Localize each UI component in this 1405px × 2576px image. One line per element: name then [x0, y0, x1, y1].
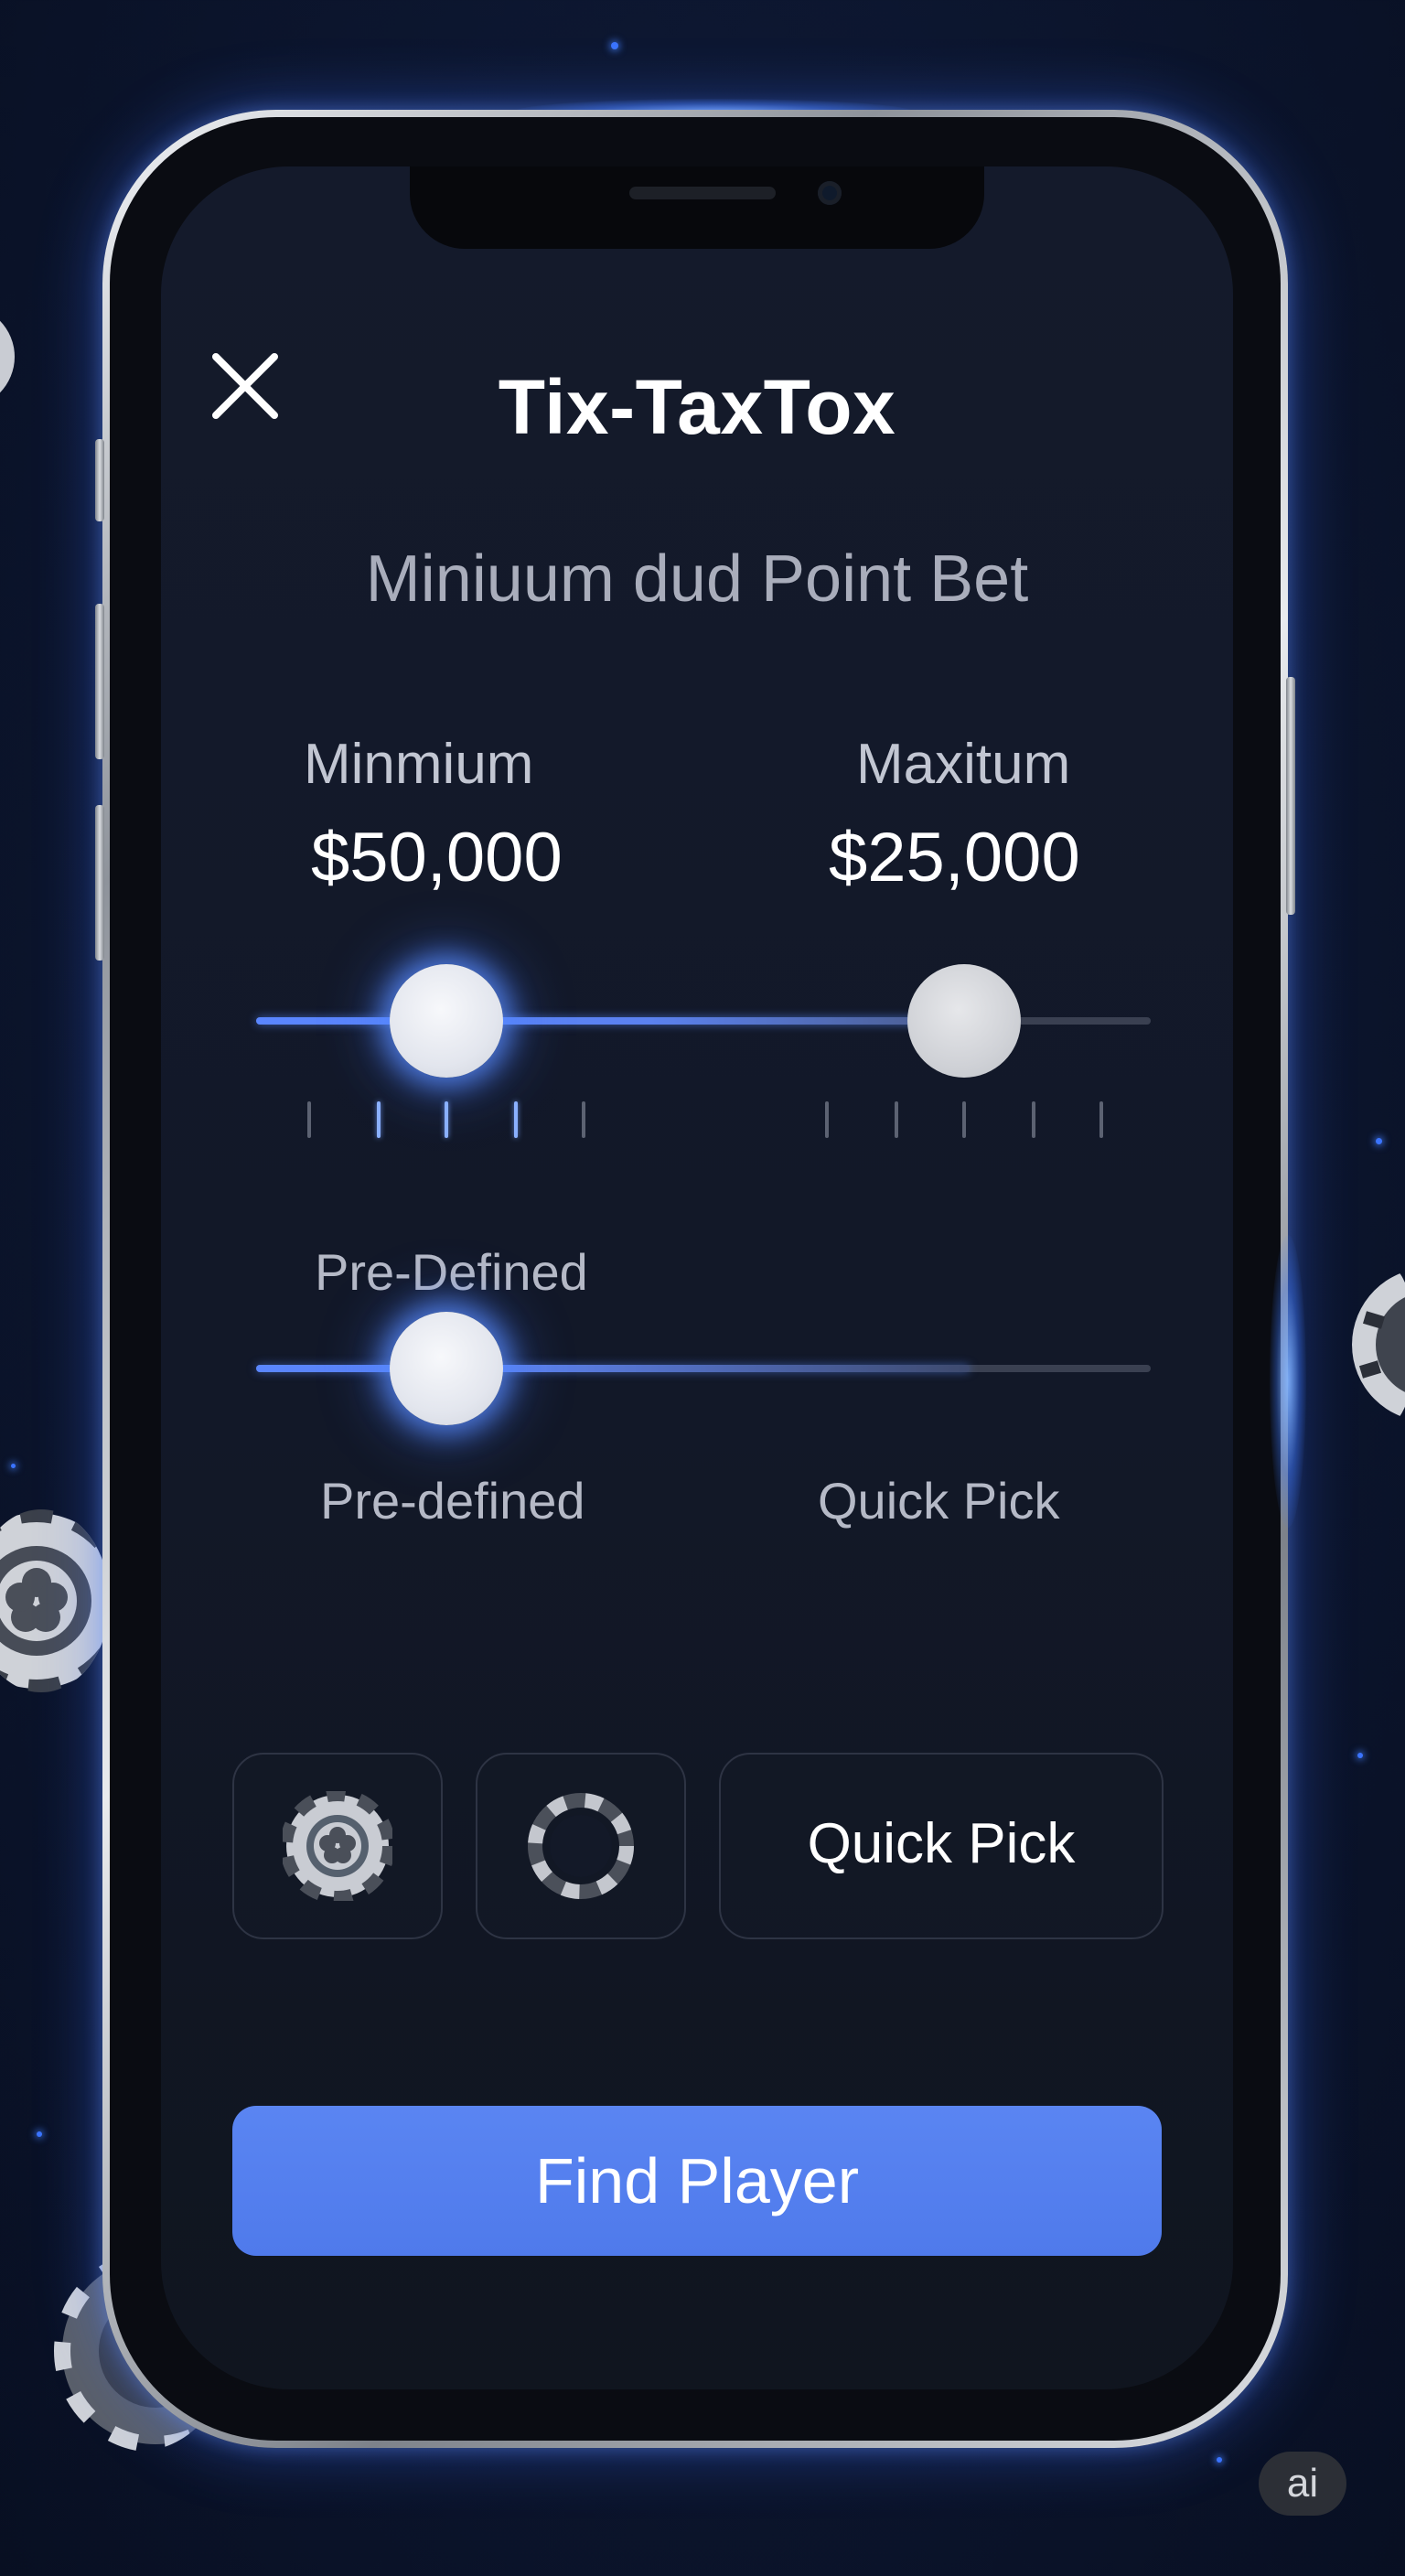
mute-switch	[95, 439, 104, 521]
slider-track-fill	[256, 1017, 970, 1025]
slider-track-fill	[256, 1365, 970, 1372]
mode-label: Pre-Defined	[315, 1243, 588, 1301]
slider-tick	[377, 1101, 381, 1138]
minimum-label: Minmium	[304, 733, 534, 796]
maximum-label: Maxitum	[856, 733, 1071, 796]
background-star	[1376, 1138, 1382, 1144]
phone-glow	[1270, 1235, 1306, 1528]
background-star	[11, 1464, 16, 1468]
speaker	[629, 187, 776, 199]
slider-tick	[582, 1101, 585, 1138]
find-player-label: Find Player	[534, 2145, 860, 2216]
minimum-value: $50,000	[311, 819, 563, 896]
quick-pick-label: Quick Pick	[807, 1812, 1076, 1875]
camera	[818, 181, 842, 205]
chip-option-button[interactable]	[232, 1753, 443, 1939]
volume-down-button	[95, 805, 104, 961]
ai-watermark: ai	[1259, 2452, 1346, 2516]
slider-tick	[445, 1101, 448, 1138]
background-star	[1357, 1753, 1363, 1758]
poker-chip-icon	[283, 1791, 392, 1901]
volume-up-button	[95, 604, 104, 759]
max-slider-thumb[interactable]	[907, 964, 1021, 1078]
chip-ring-icon	[528, 1793, 634, 1899]
slider-tick	[1099, 1101, 1103, 1138]
background-chip-icon	[0, 1509, 110, 1692]
slider-tick	[307, 1101, 311, 1138]
phone-screen: Tix-TaxTox Miniuum dud Point Bet Minmium…	[161, 166, 1233, 2389]
quick-pick-button[interactable]: Quick Pick	[719, 1753, 1164, 1939]
page-subtitle: Miniuum dud Point Bet	[365, 542, 1029, 616]
slider-tick	[895, 1101, 898, 1138]
slider-tick	[962, 1101, 966, 1138]
power-button	[1286, 677, 1295, 915]
mode-option-quick-pick[interactable]: Quick Pick	[818, 1471, 1060, 1530]
maximum-value: $25,000	[829, 819, 1080, 896]
background-star	[1217, 2457, 1222, 2463]
slider-tick	[825, 1101, 829, 1138]
mode-slider-thumb[interactable]	[390, 1312, 503, 1425]
background-chip-icon	[1352, 1272, 1405, 1418]
find-player-button[interactable]: Find Player	[232, 2106, 1162, 2256]
ring-option-button[interactable]	[476, 1753, 686, 1939]
slider-tick	[514, 1101, 518, 1138]
background-star	[37, 2131, 42, 2137]
mode-option-predefined[interactable]: Pre-defined	[320, 1471, 585, 1530]
app-title: Tix-TaxTox	[498, 364, 896, 450]
min-slider-thumb[interactable]	[390, 964, 503, 1078]
background-star	[611, 42, 618, 49]
background-chip-icon	[0, 320, 15, 393]
slider-tick	[1032, 1101, 1035, 1138]
notch	[410, 166, 984, 249]
